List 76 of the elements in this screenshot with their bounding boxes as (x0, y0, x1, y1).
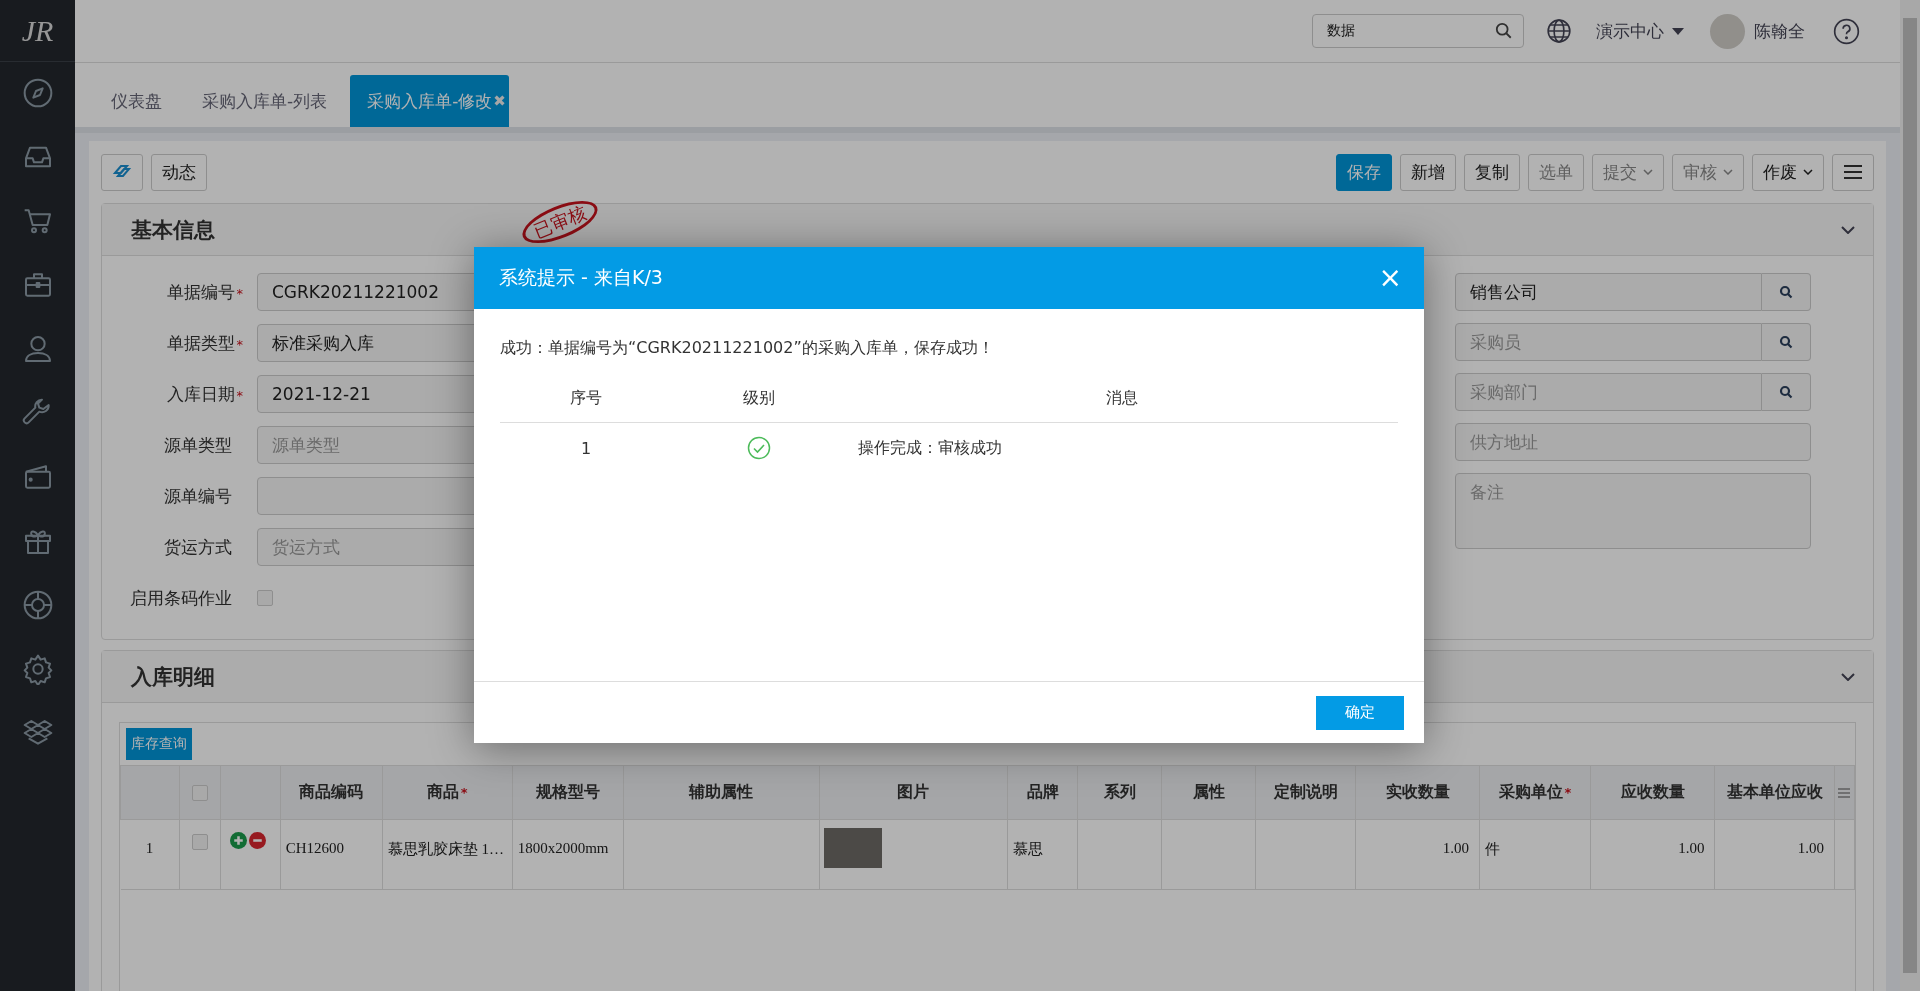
activity-button[interactable]: 动态 (151, 153, 207, 191)
message-text: 成功：单据编号为“CGRK20211221002”的采购入库单，保存成功！ (500, 338, 995, 359)
row-number: 1 (120, 819, 180, 890)
table-cell: 1800x2000mm (517, 840, 609, 856)
column-header[interactable]: 规格型号 (512, 765, 624, 820)
menu-icon[interactable] (1838, 788, 1851, 798)
search-icon (1779, 385, 1793, 399)
panel-title: 入库明细 (131, 663, 215, 691)
dialog-title: 系统提示 - 来自K/3 (499, 265, 663, 290)
column-header[interactable]: 定制说明 (1255, 765, 1356, 820)
chevron-icon (1803, 169, 1813, 175)
column-header[interactable]: 图片 (819, 765, 1008, 820)
chevron-icon (1643, 169, 1653, 175)
column-header[interactable]: 采购单位* (1479, 765, 1591, 820)
toolbar-button[interactable]: 作废 (1752, 153, 1824, 191)
table-cell: 慕思 (1013, 841, 1044, 857)
column-header[interactable]: 属性 (1161, 765, 1256, 820)
menu-button[interactable] (1832, 153, 1874, 191)
settings-icon[interactable] (21, 653, 54, 685)
tab[interactable]: 仪表盘 (94, 75, 179, 127)
globe-icon[interactable] (1546, 18, 1572, 44)
remove-icon[interactable] (249, 832, 267, 849)
toolbar-button[interactable]: 新增 (1400, 153, 1456, 191)
checkbox[interactable] (257, 590, 273, 606)
field-label: 源单类型 (163, 433, 233, 457)
column-header[interactable]: 辅助属性 (623, 765, 820, 820)
table-cell: 1.00 (1678, 840, 1705, 856)
compass-icon[interactable] (21, 77, 54, 109)
chevron-icon[interactable] (1841, 672, 1855, 681)
checkbox[interactable] (191, 784, 208, 801)
search-field[interactable]: 数据 (1312, 14, 1524, 48)
column-header: 序号 (500, 375, 672, 423)
search-icon (1779, 335, 1793, 349)
column-header[interactable]: 应收数量 (1590, 765, 1715, 820)
table-cell: 1 (580, 438, 592, 458)
column-header[interactable]: 品牌 (1007, 765, 1078, 820)
tab[interactable]: 采购入库单-列表 (185, 75, 345, 127)
field-label: 入库日期* (165, 382, 243, 406)
search-button[interactable] (1762, 273, 1811, 311)
column-header[interactable]: 商品编码 (280, 765, 383, 820)
field-label: 货运方式 (163, 535, 233, 559)
menu-icon (1843, 164, 1863, 180)
column-header[interactable]: 系列 (1077, 765, 1162, 820)
chevron-icon (1723, 169, 1733, 175)
column-header: 消息 (846, 375, 1398, 423)
table-cell: 1.00 (1797, 840, 1824, 856)
column-header: 级别 (672, 375, 846, 423)
table-cell: 1.00 (1442, 840, 1469, 856)
column-header[interactable]: 商品* (382, 765, 513, 820)
field-label: 启用条码作业 (129, 586, 233, 610)
search-icon[interactable] (1495, 22, 1513, 40)
field-label: 单据编号* (165, 280, 243, 304)
check-circle-icon (747, 436, 771, 460)
chevron-icon[interactable] (1841, 225, 1855, 234)
checkbox[interactable] (191, 834, 208, 850)
field-label: 单据类型* (165, 331, 243, 355)
lookup-field[interactable]: 销售公司 (1455, 273, 1762, 311)
search-button[interactable] (1762, 373, 1811, 411)
column-header[interactable]: 基本单位应收 (1714, 765, 1835, 820)
help-icon[interactable] (1833, 17, 1860, 45)
add-icon[interactable] (230, 832, 248, 849)
tag-button[interactable] (101, 153, 143, 191)
org-dropdown[interactable]: 演示中心 (1596, 19, 1684, 43)
column-header[interactable]: 实收数量 (1356, 765, 1480, 820)
field-label: 源单编号 (163, 484, 233, 508)
user-name[interactable]: 陈翰全 (1754, 19, 1805, 43)
photo-placeholder (823, 828, 882, 868)
table-cell: 操作完成：审核成功 (858, 437, 1002, 457)
toolbar-button[interactable]: 复制 (1464, 153, 1520, 191)
table-cell: 件 (1484, 841, 1500, 857)
panel-title: 基本信息 (131, 216, 215, 244)
lifebuoy-icon[interactable] (21, 589, 54, 621)
search-icon (1779, 285, 1793, 299)
table-cell: CH12600 (285, 840, 345, 856)
table-cell: 慕思乳胶床垫 1… (387, 841, 505, 857)
search-button[interactable] (1762, 323, 1811, 361)
